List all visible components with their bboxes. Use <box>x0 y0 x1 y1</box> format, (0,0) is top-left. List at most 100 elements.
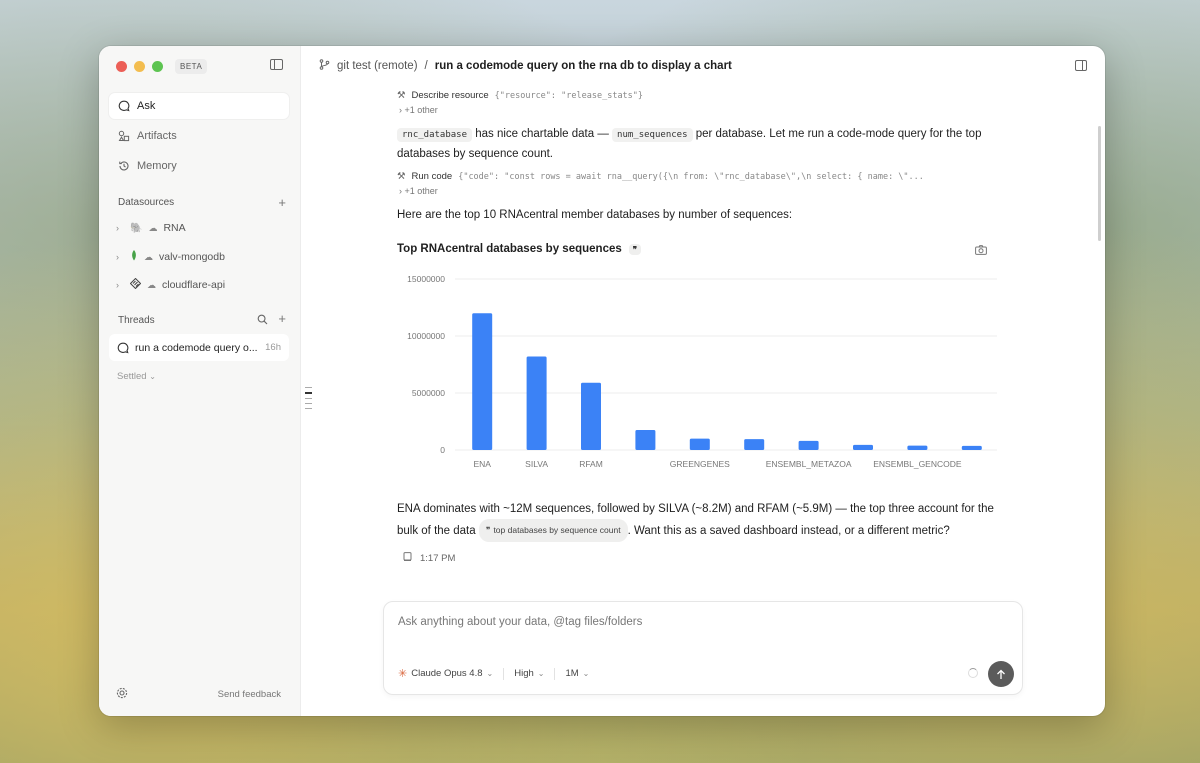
new-thread-icon[interactable]: + <box>278 312 286 328</box>
bar <box>907 445 928 450</box>
cloud-icon: ☁ <box>147 279 156 290</box>
x-tick-label: ENSEMBL_METAZOA <box>766 459 852 469</box>
message-meta: 1:17 PM <box>403 552 997 565</box>
zoom-window-button[interactable] <box>152 61 163 72</box>
send-button[interactable] <box>988 661 1014 687</box>
message-input[interactable] <box>398 616 958 628</box>
tool-call-run-code[interactable]: ⚒ Run code {"code": "const rows = await … <box>397 171 997 182</box>
chevron-down-icon: ⌄ <box>537 669 545 678</box>
bookmark-icon[interactable] <box>403 552 412 565</box>
tool-call-describe[interactable]: ⚒ Describe resource {"resource": "releas… <box>397 90 997 101</box>
bar <box>472 313 493 450</box>
cloud-icon: ☁ <box>148 222 158 233</box>
threads-header: Threads + <box>118 312 286 328</box>
tool-name: Describe resource <box>411 90 489 101</box>
postgres-icon: 🐘 <box>130 222 143 234</box>
mongodb-leaf-icon <box>130 250 138 264</box>
x-tick-label: ENA <box>473 459 491 469</box>
bar <box>798 440 819 450</box>
bar <box>526 356 547 450</box>
scrollbar[interactable] <box>1098 126 1101 241</box>
chart-title: Top RNAcentral databases by sequences <box>397 243 622 255</box>
camera-icon[interactable] <box>975 245 987 258</box>
datasource-item-cloudflare-api[interactable]: › ☁ cloudflare-api <box>116 277 226 292</box>
context-selector[interactable]: 1M ⌄ <box>565 668 589 679</box>
expand-more-tools[interactable]: › +1 other <box>399 105 997 115</box>
chevron-right-icon[interactable]: › <box>116 223 124 233</box>
nav-label-ask: Ask <box>137 100 156 112</box>
thread-item[interactable]: run a codemode query o... 16h <box>109 334 289 361</box>
bar <box>744 439 765 450</box>
datasources-label: Datasources <box>118 197 175 208</box>
main-panel: git test (remote) / run a codemode query… <box>301 46 1105 716</box>
scroll-position-marks[interactable] <box>305 387 312 409</box>
more-label: +1 other <box>404 105 438 115</box>
bar <box>961 445 982 450</box>
settled-toggle[interactable]: Settled ⌄ <box>117 371 156 382</box>
breadcrumb: git test (remote) / run a codemode query… <box>301 46 1105 86</box>
tool-icon: ⚒ <box>397 90 406 101</box>
add-datasource-icon[interactable]: + <box>278 195 286 210</box>
expand-more-tools[interactable]: › +1 other <box>399 186 997 196</box>
nav-label-artifacts: Artifacts <box>137 130 177 142</box>
cloud-icon: ☁ <box>144 251 153 262</box>
datasources-header: Datasources + <box>118 195 286 210</box>
bar <box>581 382 601 450</box>
x-tick-label: GREENGENES <box>670 459 730 469</box>
more-label: +1 other <box>404 186 438 196</box>
settled-label: Settled <box>117 371 147 382</box>
effort-selector[interactable]: High ⌄ <box>514 668 544 679</box>
claude-spark-icon: ✳ <box>398 668 408 680</box>
chart-reference-label: top databases by sequence count <box>493 525 621 535</box>
x-tick-label: RFAM <box>579 459 603 469</box>
right-panel-toggle-icon[interactable] <box>1075 60 1087 71</box>
send-feedback-link[interactable]: Send feedback <box>218 689 281 700</box>
nav-item-memory[interactable]: Memory <box>109 153 289 179</box>
datasource-label-rna: RNA <box>163 222 186 234</box>
chevron-down-icon: ⌄ <box>486 669 494 678</box>
message-text: has nice chartable data — <box>475 128 609 140</box>
chevron-right-icon[interactable]: › <box>116 280 124 290</box>
effort-label: High <box>514 668 534 679</box>
model-selector[interactable]: ✳ Claude Opus 4.8 ⌄ <box>398 667 493 680</box>
chevron-right-icon[interactable]: › <box>116 252 124 262</box>
datasource-label-cloudflare-api: cloudflare-api <box>162 279 226 291</box>
chat-bubble-icon <box>117 342 129 354</box>
chevron-down-icon: ⌄ <box>149 372 156 381</box>
tool-name: Run code <box>411 171 453 182</box>
bar <box>635 430 656 450</box>
chat-bubble-icon <box>118 100 130 112</box>
search-threads-icon[interactable] <box>257 313 268 328</box>
loading-spinner-icon <box>968 668 978 678</box>
nav-item-ask[interactable]: Ask <box>109 93 289 119</box>
nav-label-memory: Memory <box>137 160 177 172</box>
close-window-button[interactable] <box>116 61 127 72</box>
tool-args: {"resource": "release_stats"} <box>494 90 644 101</box>
datasource-item-valv-mongodb[interactable]: › ☁ valv-mongodb <box>116 250 225 264</box>
y-tick-label: 0 <box>440 445 445 455</box>
inline-code: num_sequences <box>612 128 693 142</box>
datasource-label-valv-mongodb: valv-mongodb <box>159 251 225 263</box>
beta-badge: BETA <box>175 59 208 74</box>
minimize-window-button[interactable] <box>134 61 145 72</box>
y-tick-label: 5000000 <box>412 388 445 398</box>
x-tick-label: SILVA <box>525 459 548 469</box>
assistant-message: rnc_database has nice chartable data — n… <box>397 125 997 164</box>
sidebar: BETA Ask Artifacts Memory Datasources + … <box>99 46 301 716</box>
nav-item-artifacts[interactable]: Artifacts <box>109 123 289 149</box>
tool-icon: ⚒ <box>397 171 406 182</box>
chevron-down-icon: ⌄ <box>582 669 590 678</box>
inline-code: rnc_database <box>397 128 473 142</box>
quote-icon[interactable]: ❞ <box>628 243 642 255</box>
settings-gear-icon[interactable] <box>116 687 128 702</box>
tool-args: {"code": "const rows = await rna__query(… <box>458 171 924 182</box>
datasource-item-rna[interactable]: › 🐘 ☁ RNA <box>116 222 186 234</box>
y-tick-label: 10000000 <box>407 331 445 341</box>
app-window: BETA Ask Artifacts Memory Datasources + … <box>99 46 1105 716</box>
repo-label[interactable]: git test (remote) <box>337 60 418 72</box>
chart-reference-chip[interactable]: ❞ top databases by sequence count <box>478 519 628 542</box>
y-tick-label: 15000000 <box>407 274 445 284</box>
sidebar-toggle-icon[interactable] <box>270 59 283 70</box>
api-icon <box>129 277 142 292</box>
git-branch-icon <box>319 59 330 73</box>
